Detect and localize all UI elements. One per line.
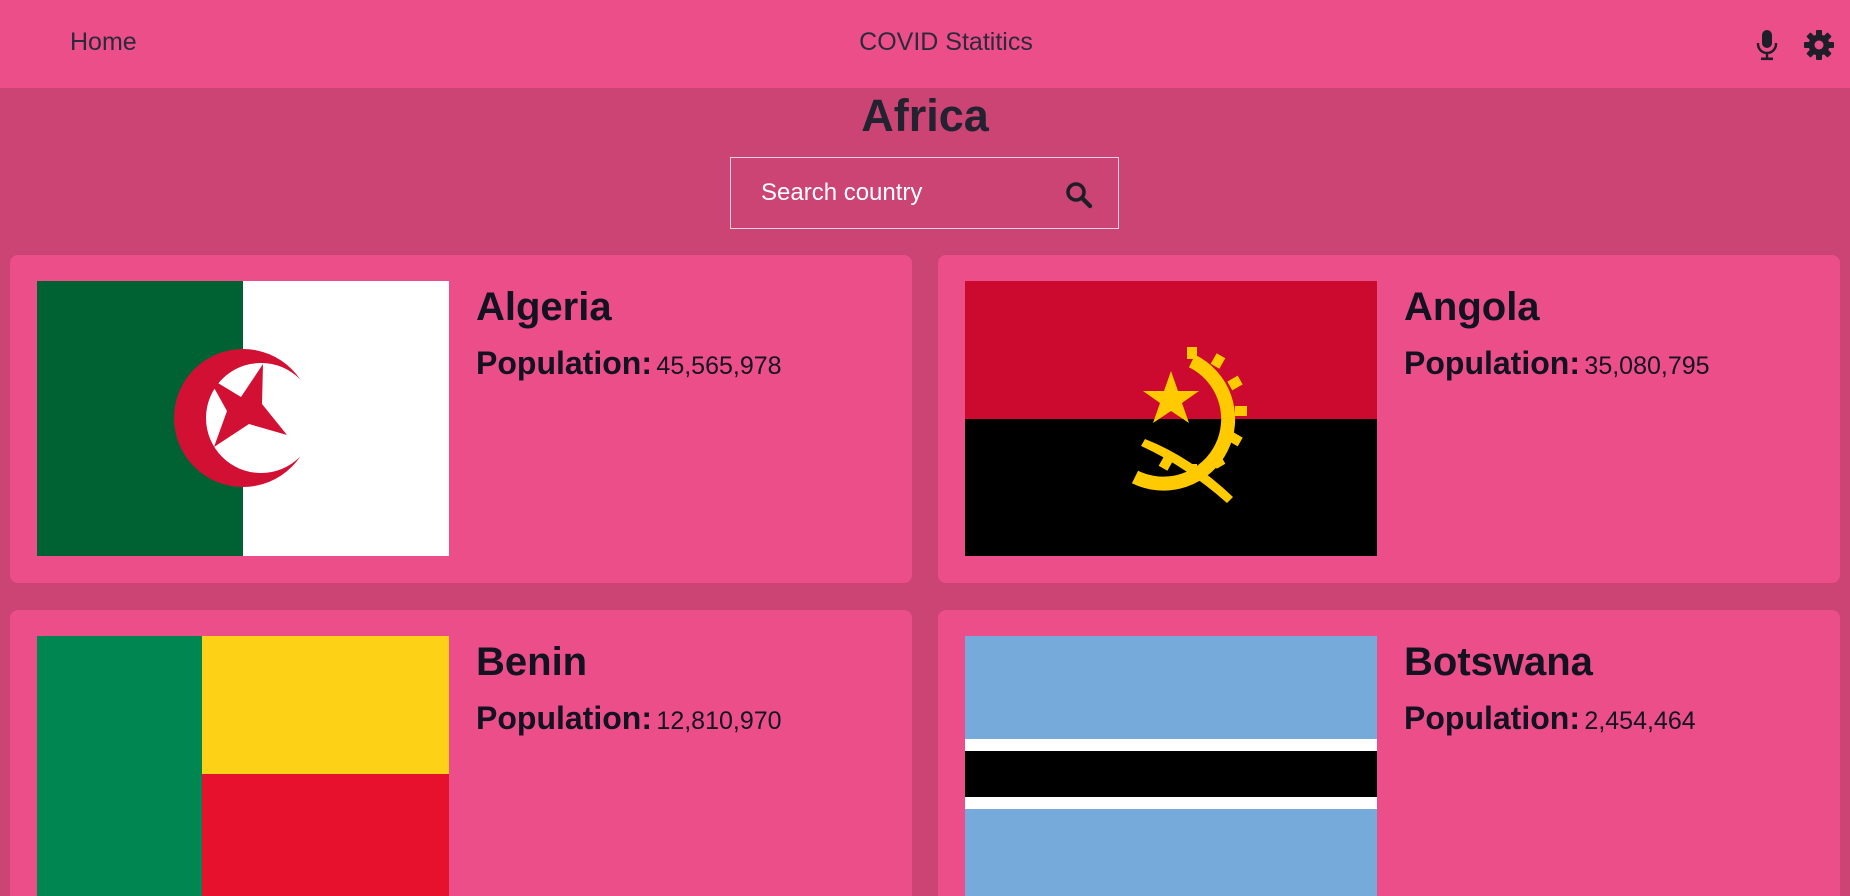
country-name: Benin [476, 640, 588, 684]
population-value: 45,565,978 [656, 352, 782, 380]
population-label: Population: [476, 700, 652, 736]
app-title: COVID Statitics [859, 28, 1033, 56]
country-card-algeria[interactable]: Algeria Population: 45,565,978 [10, 255, 912, 583]
botswana-flag [965, 636, 1377, 896]
population-line: Population: 12,810,970 [476, 700, 782, 737]
top-navbar: Home COVID Statitics [0, 0, 1850, 88]
country-card-botswana[interactable]: Botswana Population: 2,454,464 [938, 610, 1840, 896]
country-card-angola[interactable]: Angola Population: 35,080,795 [938, 255, 1840, 583]
country-name: Angola [1404, 285, 1540, 329]
country-name: Botswana [1404, 640, 1593, 684]
search-input[interactable] [761, 176, 1051, 210]
search-box [730, 157, 1119, 229]
gear-icon[interactable] [1803, 29, 1835, 61]
population-label: Population: [1404, 345, 1580, 381]
microphone-icon[interactable] [1754, 29, 1780, 61]
population-value: 12,810,970 [656, 707, 782, 735]
angola-flag [965, 281, 1377, 556]
population-line: Population: 35,080,795 [1404, 345, 1710, 382]
population-line: Population: 2,454,464 [1404, 700, 1696, 737]
search-icon[interactable] [1064, 180, 1094, 210]
algeria-flag [37, 281, 449, 556]
population-value: 35,080,795 [1584, 352, 1710, 380]
population-label: Population: [1404, 700, 1580, 736]
region-title: Africa [861, 90, 989, 141]
population-value: 2,454,464 [1584, 707, 1696, 735]
population-label: Population: [476, 345, 652, 381]
population-line: Population: 45,565,978 [476, 345, 782, 382]
country-card-benin[interactable]: Benin Population: 12,810,970 [10, 610, 912, 896]
country-name: Algeria [476, 285, 612, 329]
benin-flag [37, 636, 449, 896]
